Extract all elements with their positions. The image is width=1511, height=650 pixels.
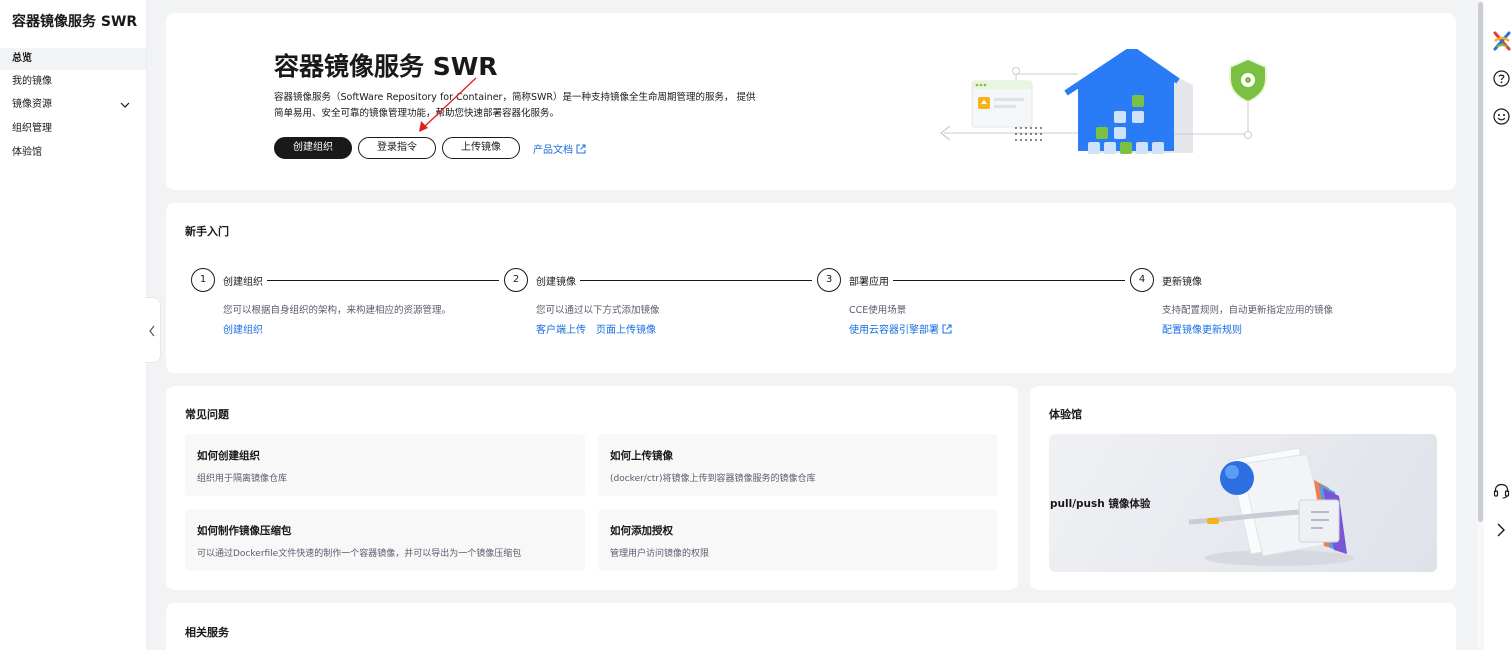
step-1-desc: 您可以根据自身组织的架构，来构建相应的资源管理。 [223,305,452,316]
step-3-desc: CCE使用场景 [849,305,907,316]
swr-house-illustration [940,49,1267,154]
external-link-icon [942,324,952,334]
faq-item-image-archive[interactable]: 如何制作镜像压缩包 可以通过Dockerfile文件快速的制作一个容器镜像，并可… [185,509,585,571]
sidebar-item-image-resources[interactable]: 镜像资源 [0,94,146,116]
sidebar-collapse-button[interactable] [145,297,161,363]
faq-item-upload-image[interactable]: 如何上传镜像 (docker/ctr)将镜像上传到容器镜像服务的镜像仓库 [598,434,998,496]
pull-push-banner[interactable]: pull/push 镜像体验 [1049,434,1437,572]
experience-card: 体验馆 pull/push 镜像体验 [1030,386,1456,590]
create-org-button[interactable]: 创建组织 [274,137,352,159]
faq-card: 常见问题 如何创建组织 组织用于隔离镜像仓库 如何上传镜像 (docker/ct… [166,386,1018,590]
sidebar-item-my-images[interactable]: 我的镜像 [0,71,146,93]
faq-item-desc: 可以通过Dockerfile文件快速的制作一个容器镜像，并可以导出为一个镜像压缩… [197,549,522,559]
step-1-number: 1 [191,268,215,292]
hero-description: 容器镜像服务（SoftWare Repository for Container… [274,92,756,119]
getting-started-card: 新手入门 1 创建组织 您可以根据自身组织的架构，来构建相应的资源管理。 创建组… [166,203,1456,373]
hero-card: 容器镜像服务 SWR 容器镜像服务（SoftWare Repository fo… [166,13,1456,190]
headset-icon[interactable] [1493,482,1510,499]
step-2-desc: 您可以通过以下方式添加镜像 [536,305,660,316]
chevron-right-icon[interactable] [1496,523,1506,537]
step-4-update-rule-link[interactable]: 配置镜像更新规则 [1162,321,1242,336]
sidebar-item-experience[interactable]: 体验馆 [0,142,146,164]
sidebar-item-label: 镜像资源 [12,99,52,110]
step-2-connector [580,280,812,281]
product-docs-link[interactable]: 产品文档 [533,141,586,156]
faq-item-add-authorization[interactable]: 如何添加授权 管理用户访问镜像的权限 [598,509,998,571]
faq-item-title: 如何制作镜像压缩包 [197,525,292,537]
faq-item-desc: (docker/ctr)将镜像上传到容器镜像服务的镜像仓库 [610,474,816,484]
step-3-connector [893,280,1125,281]
help-icon[interactable] [1493,70,1510,87]
sidebar-item-org-management[interactable]: 组织管理 [0,118,146,140]
step-4-label: 更新镜像 [1162,277,1202,288]
page-title: 容器镜像服务 SWR [274,52,498,81]
step-2-number: 2 [504,268,528,292]
faq-item-title: 如何上传镜像 [610,450,673,462]
faq-title: 常见问题 [185,408,229,421]
step-2-client-upload-link[interactable]: 客户端上传 [536,321,586,336]
step-2-page-upload-link[interactable]: 页面上传镜像 [596,321,656,336]
sidebar-title: 容器镜像服务 SWR [12,14,138,30]
chevron-down-icon [120,102,130,108]
faq-item-title: 如何添加授权 [610,525,673,537]
step-1-label: 创建组织 [223,277,263,288]
step-3-label: 部署应用 [849,277,889,288]
faq-item-create-org[interactable]: 如何创建组织 组织用于隔离镜像仓库 [185,434,585,496]
step-1-create-org-link[interactable]: 创建组织 [223,321,263,336]
step-3-cce-deploy-link[interactable]: 使用云容器引擎部署 [849,321,952,336]
pull-push-label: pull/push 镜像体验 [1050,498,1151,510]
step-3-number: 3 [817,268,841,292]
right-tool-rail [1484,0,1511,650]
external-link-icon [576,144,586,154]
product-docs-label: 产品文档 [533,145,573,156]
vertical-scrollbar-thumb[interactable] [1478,2,1483,522]
sidebar: 容器镜像服务 SWR 总览 我的镜像 镜像资源 组织管理 体验馆 [0,0,147,650]
step-2-label: 创建镜像 [536,277,576,288]
smiley-icon[interactable] [1493,108,1510,125]
multicolor-logo-icon[interactable] [1493,31,1511,51]
faq-item-title: 如何创建组织 [197,450,260,462]
faq-item-desc: 管理用户访问镜像的权限 [610,549,710,559]
login-command-button[interactable]: 登录指令 [358,137,436,159]
getting-started-title: 新手入门 [185,225,229,238]
chevron-left-icon [149,325,155,337]
step-4-number: 4 [1130,268,1154,292]
step-1-connector [267,280,499,281]
faq-item-desc: 组织用于隔离镜像仓库 [197,474,288,484]
step-3-link-label: 使用云容器引擎部署 [849,325,939,336]
documents-globe-illustration [1189,447,1354,566]
related-services-card: 相关服务 [166,603,1456,650]
step-4-desc: 支持配置规则，自动更新指定应用的镜像 [1162,305,1334,316]
related-services-title: 相关服务 [185,626,229,639]
experience-title: 体验馆 [1049,408,1082,421]
upload-image-button[interactable]: 上传镜像 [442,137,520,159]
sidebar-item-overview[interactable]: 总览 [0,48,146,70]
